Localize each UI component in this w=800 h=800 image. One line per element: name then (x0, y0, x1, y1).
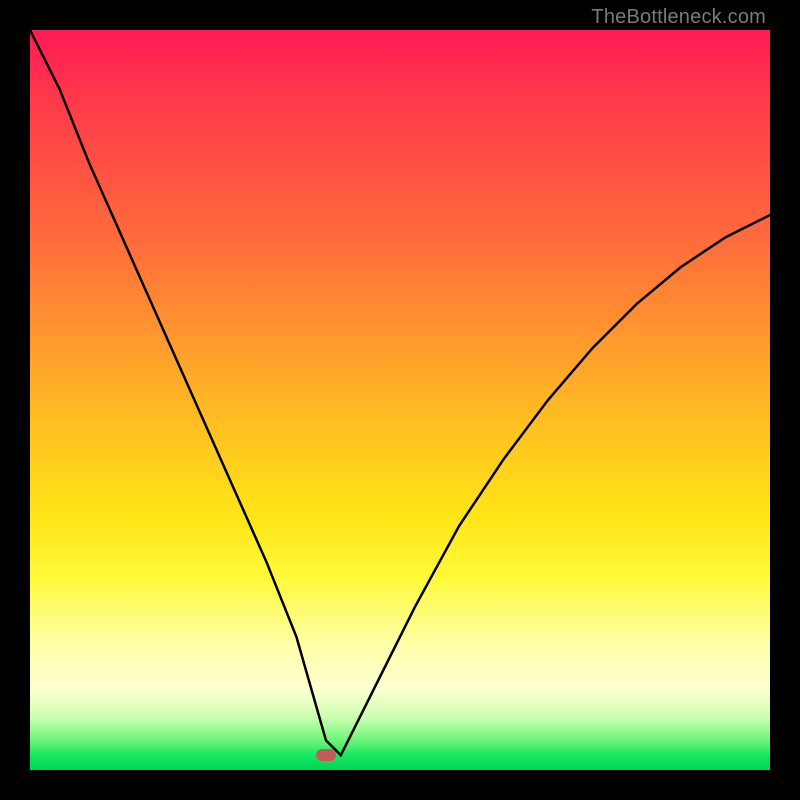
optimal-point-marker (316, 749, 336, 761)
chart-frame: TheBottleneck.com (0, 0, 800, 800)
plot-area (30, 30, 770, 770)
bottleneck-curve (30, 30, 770, 755)
curve-svg (30, 30, 770, 770)
watermark-text: TheBottleneck.com (591, 6, 766, 29)
